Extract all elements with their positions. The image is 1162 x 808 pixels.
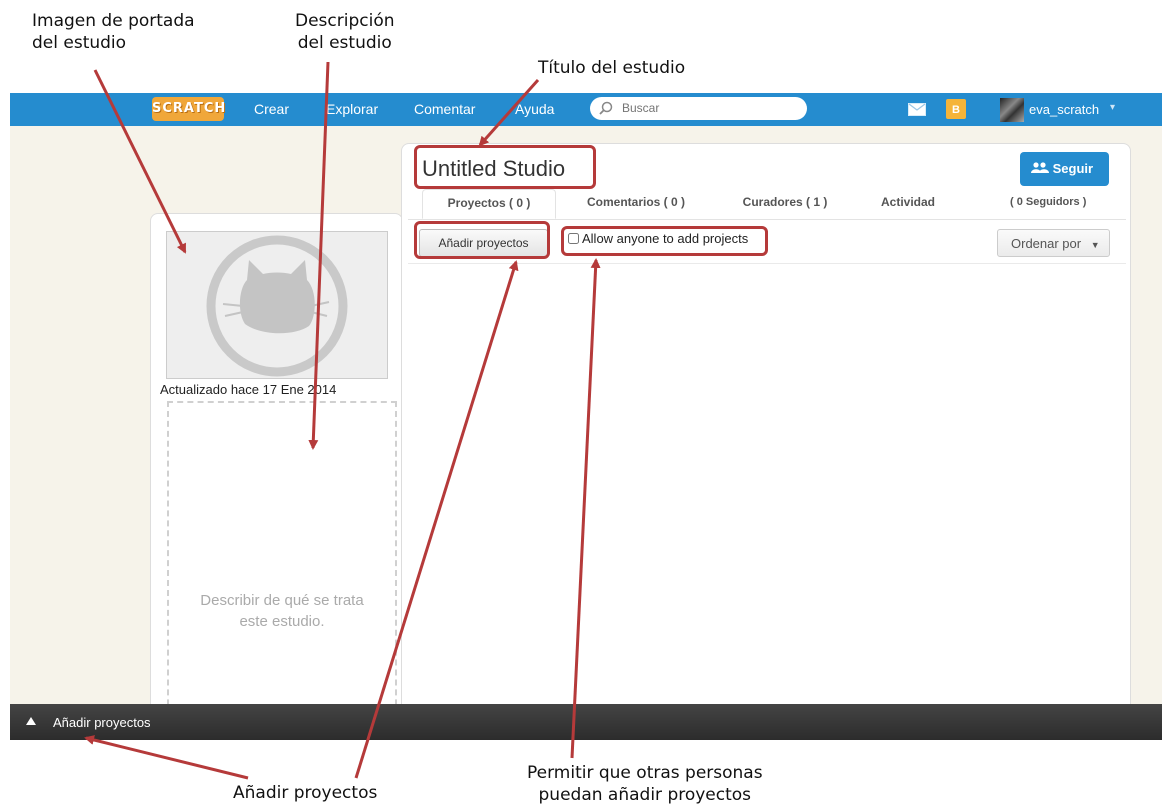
navbar: SCRATCH Crear Explorar Comentar Ayuda B … — [10, 93, 1162, 126]
follow-label: Seguir — [1052, 161, 1094, 176]
search-icon — [599, 101, 613, 120]
annotation-cover-image: Imagen de portada del estudio — [32, 11, 195, 53]
nav-crear[interactable]: Crear — [254, 101, 289, 117]
follow-button[interactable]: Seguir — [1020, 152, 1109, 186]
sort-label: Ordenar por — [1011, 236, 1082, 251]
search-input[interactable] — [622, 100, 797, 116]
highlight-add-button — [414, 221, 550, 259]
updated-date: Actualizado hace 17 Ene 2014 — [160, 382, 337, 397]
tab-curadores[interactable]: Curadores ( 1 ) — [730, 189, 840, 219]
studio-cover-image[interactable] — [166, 231, 388, 379]
scratch-studio-screenshot: SCRATCH Crear Explorar Comentar Ayuda B … — [10, 93, 1162, 740]
annotation-allow-others: Permitir que otras personas puedan añadi… — [527, 763, 763, 805]
add-projects-tray[interactable]: Añadir proyectos — [10, 704, 1162, 740]
tray-label: Añadir proyectos — [53, 715, 151, 730]
chevron-down-icon: ▼ — [1090, 240, 1100, 250]
triangle-up-icon — [26, 717, 36, 725]
messages-icon[interactable] — [908, 103, 926, 121]
avatar[interactable] — [1000, 98, 1024, 122]
tab-actividad[interactable]: Actividad — [874, 189, 942, 219]
description-placeholder: Describir de qué se trata este estudio. — [200, 592, 364, 630]
nav-ayuda[interactable]: Ayuda — [515, 101, 554, 117]
cat-placeholder-icon — [206, 235, 348, 377]
annotation-add-projects: Añadir proyectos — [233, 783, 378, 803]
nav-explorar[interactable]: Explorar — [326, 101, 378, 117]
highlight-title — [414, 145, 596, 189]
my-stuff-icon[interactable]: B — [946, 99, 966, 119]
search-box[interactable] — [590, 97, 807, 120]
users-icon — [1031, 161, 1053, 176]
annotation-title: Título del estudio — [538, 58, 686, 78]
highlight-allow-checkbox — [561, 226, 768, 256]
description-field[interactable] — [167, 401, 397, 740]
nav-comentar[interactable]: Comentar — [414, 101, 475, 117]
tab-comentarios[interactable]: Comentarios ( 0 ) — [574, 189, 698, 219]
scratch-logo[interactable]: SCRATCH — [152, 97, 225, 121]
sort-dropdown[interactable]: Ordenar por ▼ — [997, 229, 1110, 257]
tab-proyectos[interactable]: Proyectos ( 0 ) — [422, 189, 556, 219]
username[interactable]: eva_scratch — [1029, 102, 1099, 117]
annotation-description: Descripción del estudio — [295, 11, 395, 53]
arrow-tray — [84, 735, 249, 780]
chevron-down-icon[interactable]: ▾ — [1110, 102, 1115, 113]
studio-tabs: Proyectos ( 0 ) Comentarios ( 0 ) Curado… — [408, 189, 1126, 220]
